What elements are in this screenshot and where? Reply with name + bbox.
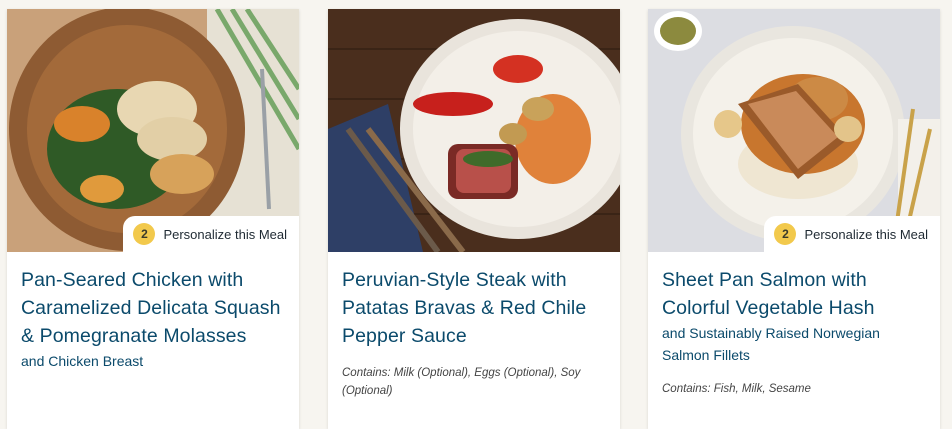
personalize-count-badge: 2 bbox=[133, 223, 156, 245]
meal-card[interactable]: 2 Personalize this Meal Sheet Pan Salmon… bbox=[648, 9, 940, 429]
personalize-label: Personalize this Meal bbox=[804, 226, 928, 242]
meal-photo[interactable] bbox=[328, 9, 620, 252]
meal-subtitle: and Sustainably Raised Norwegian Salmon … bbox=[662, 325, 880, 363]
meal-card[interactable]: Peruvian-Style Steak with Patatas Bravas… bbox=[328, 9, 620, 429]
meal-subtitle: and Chicken Breast bbox=[21, 353, 144, 369]
personalize-meal-button[interactable]: 2 Personalize this Meal bbox=[764, 216, 940, 252]
personalize-count-badge: 2 bbox=[774, 223, 797, 245]
personalize-label: Personalize this Meal bbox=[163, 226, 287, 242]
meal-allergens: Contains: Milk (Optional), Eggs (Optiona… bbox=[342, 367, 581, 397]
meal-photo[interactable]: 2 Personalize this Meal bbox=[648, 9, 940, 252]
meal-grid: 2 Personalize this Meal Pan-Seared Chick… bbox=[0, 0, 952, 429]
meal-title[interactable]: Sheet Pan Salmon with Colorful Vegetable… bbox=[662, 266, 926, 322]
personalize-meal-button[interactable]: 2 Personalize this Meal bbox=[123, 216, 299, 252]
meal-card[interactable]: 2 Personalize this Meal Pan-Seared Chick… bbox=[7, 9, 299, 429]
meal-allergens: Contains: Fish, Milk, Sesame bbox=[662, 383, 811, 395]
steak-dish-image bbox=[328, 9, 620, 252]
meal-photo[interactable]: 2 Personalize this Meal bbox=[7, 9, 299, 252]
meal-title[interactable]: Pan-Seared Chicken with Caramelized Deli… bbox=[21, 266, 285, 350]
meal-title[interactable]: Peruvian-Style Steak with Patatas Bravas… bbox=[342, 266, 606, 350]
